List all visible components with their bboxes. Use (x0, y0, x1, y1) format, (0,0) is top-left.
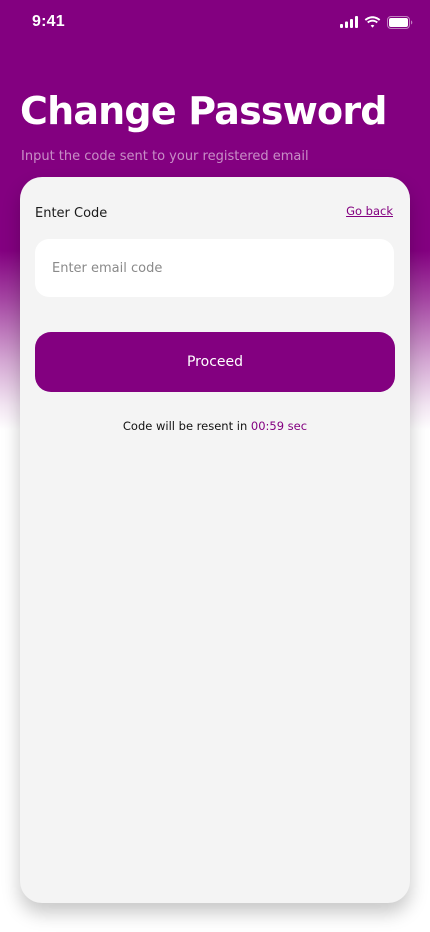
proceed-button[interactable]: Proceed (35, 332, 395, 392)
countdown-timer: 00:59 sec (250, 419, 308, 433)
battery-icon (387, 15, 413, 29)
status-bar: 9:41 (0, 0, 430, 44)
resend-label: Code will be resent in (122, 419, 248, 433)
status-time: 9:41 (32, 13, 65, 30)
status-icons (340, 15, 413, 29)
wifi-icon (364, 16, 381, 28)
home-indicator (148, 919, 282, 924)
code-card: Enter Code Go back Proceed Code will be … (20, 177, 410, 903)
email-code-input[interactable] (35, 239, 394, 297)
cellular-signal-icon (340, 16, 358, 28)
resend-timer-text: Code will be resent in 00:59 sec (20, 419, 410, 433)
enter-code-label: Enter Code (35, 206, 108, 221)
page-title: Change Password (20, 89, 388, 133)
go-back-link[interactable]: Go back (346, 204, 393, 218)
page-subtitle: Input the code sent to your registered e… (21, 149, 309, 164)
